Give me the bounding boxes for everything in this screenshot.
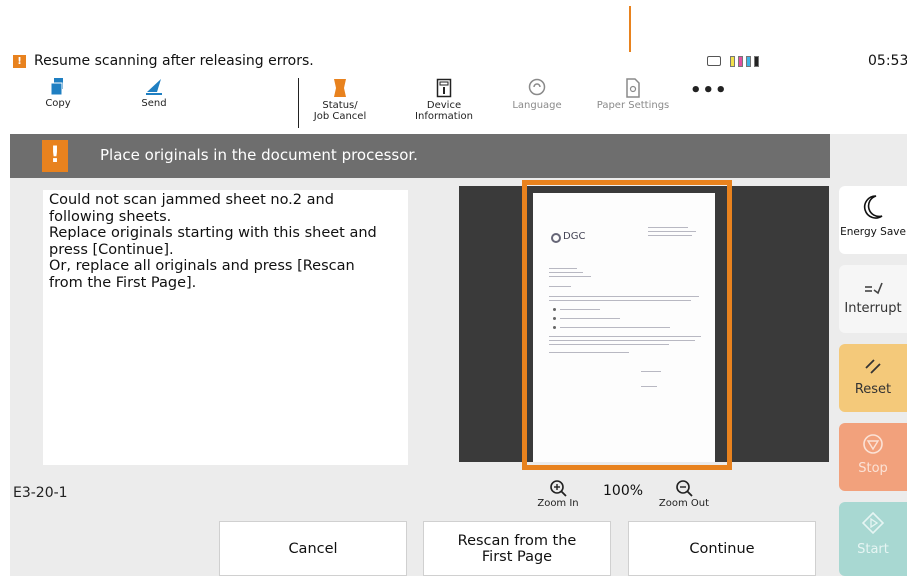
toner-black-icon [754,55,759,67]
toner-magenta-icon [738,55,743,67]
warning-icon: ! [42,140,68,172]
continue-button[interactable]: Continue [628,521,816,576]
cancel-label: Cancel [288,540,338,557]
banner-message: Place originals in the document processo… [100,146,418,164]
send-button[interactable]: Send [134,70,174,109]
nfc-icon [707,56,721,66]
interrupt-label: Interrupt [844,301,902,316]
device-label-2: Information [415,111,473,122]
interrupt-key[interactable]: Interrupt [839,265,907,333]
status-job-cancel-button[interactable]: Status/ Job Cancel [302,70,378,122]
status-tray [707,55,759,67]
copy-button[interactable]: Copy [38,70,78,109]
paper-settings-icon [626,78,640,98]
status-bar: ! Resume scanning after releasing errors… [10,52,907,70]
reset-label: Reset [854,382,892,397]
moon-icon [863,195,883,219]
energy-saver-key[interactable]: Energy Save [839,186,907,254]
status-label-2: Job Cancel [313,111,367,122]
stop-key[interactable]: Stop [839,423,907,491]
zoom-in-button[interactable]: Zoom In [530,479,586,509]
more-menu-button[interactable]: ••• [690,80,728,101]
cancel-button[interactable]: Cancel [219,521,407,576]
zoom-out-button[interactable]: Zoom Out [653,479,715,509]
language-button[interactable]: Language [506,70,568,111]
status-message: Resume scanning after releasing errors. [34,53,314,69]
continue-label: Continue [689,540,755,557]
toolbar-divider [298,78,299,128]
device-screen: ! Resume scanning after releasing errors… [10,52,907,576]
clock: 05:53 [868,53,907,69]
error-message-text: Could not scan jammed sheet no.2 and fol… [49,192,377,291]
interrupt-icon [865,282,883,295]
toolbar: Copy Send Status/ Job Cancel Device Info… [10,70,907,134]
stop-label: Stop [858,461,888,476]
paper-settings-button[interactable]: Paper Settings [592,70,674,111]
copy-label: Copy [45,98,71,109]
status-label-1: Status/ [322,100,358,111]
preview-highlight-box [522,180,732,470]
error-code: E3-20-1 [13,485,68,501]
toner-cyan-icon [746,55,751,67]
zoom-level: 100% [603,483,644,499]
copy-icon [50,78,63,96]
device-information-button[interactable]: Device Information [408,70,480,122]
send-label: Send [141,98,167,109]
zoom-in-label: Zoom In [537,498,579,509]
start-key[interactable]: Start [839,502,907,576]
status-icon [334,79,346,97]
rescan-from-first-page-button[interactable]: Rescan from the First Page [423,521,611,576]
language-label: Language [512,100,562,111]
toner-yellow-icon [730,55,735,67]
send-icon [146,79,162,95]
device-label-1: Device [426,100,462,111]
stop-icon [863,434,883,454]
error-indicator-icon: ! [13,55,26,68]
zoom-out-label: Zoom Out [658,498,710,509]
language-icon [528,78,546,96]
start-icon [862,512,884,534]
energy-saver-label: Energy Save [840,226,906,238]
device-info-icon [436,78,452,98]
zoom-in-icon [550,480,567,497]
reset-key[interactable]: Reset [839,344,907,412]
message-banner: ! Place originals in the document proces… [10,134,830,178]
rescan-label: Rescan from the First Page [457,532,577,565]
reset-icon [865,359,881,374]
start-label: Start [857,542,889,557]
zoom-out-icon [676,480,693,497]
paper-settings-label: Paper Settings [596,100,670,111]
error-message-panel: Could not scan jammed sheet no.2 and fol… [43,190,408,465]
